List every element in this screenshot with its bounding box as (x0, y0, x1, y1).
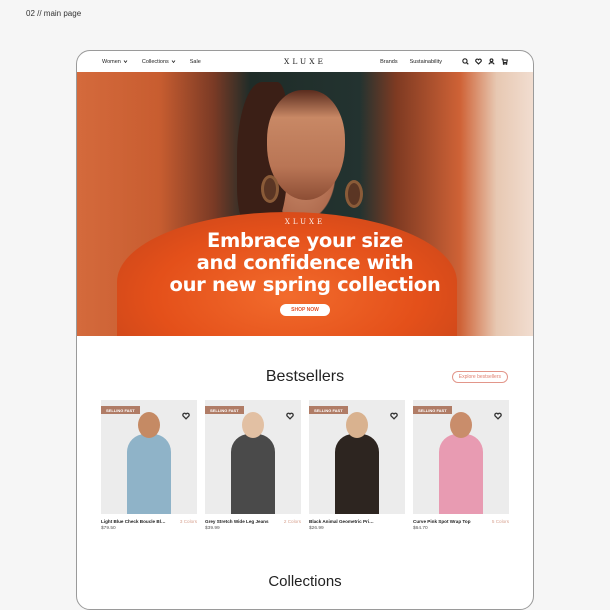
hero-headline-line: Embrace your size (206, 229, 404, 252)
product-grid: SELLING FAST Light Blue Check Boucle Bla.… (77, 400, 533, 531)
chevron-down-icon (123, 60, 128, 64)
product-meta: Light Blue Check Boucle Bla... 3 Colors (101, 519, 197, 524)
product-colors: 3 Colors (179, 519, 197, 524)
product-card[interactable]: SELLING FAST Light Blue Check Boucle Bla.… (101, 400, 197, 531)
wishlist-heart-icon[interactable] (494, 407, 502, 420)
product-colors: 2 Colors (283, 519, 301, 524)
product-garment (231, 434, 275, 514)
hero-earring-right (345, 180, 363, 208)
hero-headline-line: and confidence with (196, 251, 414, 274)
nav-item-label: Sale (189, 58, 201, 65)
product-garment (335, 434, 379, 514)
product-model-head (138, 412, 160, 438)
shop-now-button[interactable]: SHOP NOW (280, 304, 330, 316)
top-nav: Women Collections Sale XLUXE Brands Sust… (77, 51, 533, 72)
product-model (333, 408, 381, 514)
product-model-head (450, 412, 472, 438)
wishlist-heart-icon[interactable] (182, 407, 190, 420)
browser-frame: Women Collections Sale XLUXE Brands Sust… (76, 50, 534, 610)
hero-model-face (267, 90, 345, 200)
product-price: $39.99 (205, 526, 220, 531)
cart-icon[interactable] (501, 58, 508, 65)
nav-icons (462, 58, 508, 65)
collections-title: Collections (268, 573, 342, 590)
wishlist-heart-icon[interactable] (390, 407, 398, 420)
product-model-head (346, 412, 368, 438)
product-price: $26.99 (309, 526, 324, 531)
product-model-head (242, 412, 264, 438)
product-model (125, 408, 173, 514)
product-image[interactable]: SELLING FAST (413, 400, 509, 514)
heart-icon[interactable] (475, 58, 482, 65)
nav-item-label: Women (102, 58, 121, 65)
hero-brand: XLUXE (284, 218, 326, 226)
nav-item-label: Collections (141, 58, 169, 65)
hero-headline: Embrace your size and confidence with ou… (77, 230, 533, 296)
nav-item-brands[interactable]: Brands (380, 59, 397, 65)
nav-item-sustainability[interactable]: Sustainability (410, 59, 442, 65)
user-icon[interactable] (488, 58, 495, 65)
product-model (229, 408, 277, 514)
wishlist-heart-icon[interactable] (286, 407, 294, 420)
brand-logo[interactable]: XLUXE (284, 57, 326, 66)
product-price: $64.70 (413, 526, 428, 531)
product-model (437, 408, 485, 514)
product-name[interactable]: Curve Pink Spot Wrap Top (413, 519, 479, 524)
product-colors: 5 Colors (491, 519, 509, 524)
product-card[interactable]: SELLING FAST Curve Pink Spot Wrap Top 5 Co… (413, 400, 509, 531)
product-garment (127, 434, 171, 514)
product-name[interactable]: Grey Stretch Wide Leg Jeans (205, 519, 271, 524)
product-name[interactable]: Light Blue Check Boucle Bla... (101, 519, 167, 524)
nav-item-collections[interactable]: Collections (142, 59, 176, 65)
product-image[interactable]: SELLING FAST (101, 400, 197, 514)
nav-item-women[interactable]: Women (102, 59, 128, 65)
product-price: $79.50 (101, 526, 116, 531)
chevron-down-icon (171, 60, 176, 64)
explore-bestsellers-button[interactable]: Explore bestsellers (451, 371, 508, 383)
product-card[interactable]: SELLING FAST Grey Stretch Wide Leg Jeans 2… (205, 400, 301, 531)
nav-right: Brands Sustainability (380, 58, 508, 65)
product-image[interactable]: SELLING FAST (205, 400, 301, 514)
product-meta: Grey Stretch Wide Leg Jeans 2 Colors (205, 519, 301, 524)
product-card[interactable]: SELLING FAST Black Animal Geometric Print… (309, 400, 405, 531)
hero-headline-line: our new spring collection (169, 273, 441, 296)
page-caption: 02 // main page (26, 9, 82, 18)
product-name[interactable]: Black Animal Geometric Print Stretch... (309, 519, 375, 524)
nav-item-sale[interactable]: Sale (190, 59, 201, 65)
product-garment (439, 434, 483, 514)
product-meta: Black Animal Geometric Print Stretch... (309, 519, 405, 524)
search-icon[interactable] (462, 58, 469, 65)
hero-earring-left (261, 175, 279, 203)
product-meta: Curve Pink Spot Wrap Top 5 Colors (413, 519, 509, 524)
hero-banner: XLUXE Embrace your size and confidence w… (77, 72, 533, 336)
hero-overlay: XLUXE Embrace your size and confidence w… (77, 218, 533, 316)
bestsellers-header: Bestsellers Explore bestsellers (77, 336, 533, 400)
product-image[interactable]: SELLING FAST (309, 400, 405, 514)
nav-left: Women Collections Sale (102, 59, 201, 65)
